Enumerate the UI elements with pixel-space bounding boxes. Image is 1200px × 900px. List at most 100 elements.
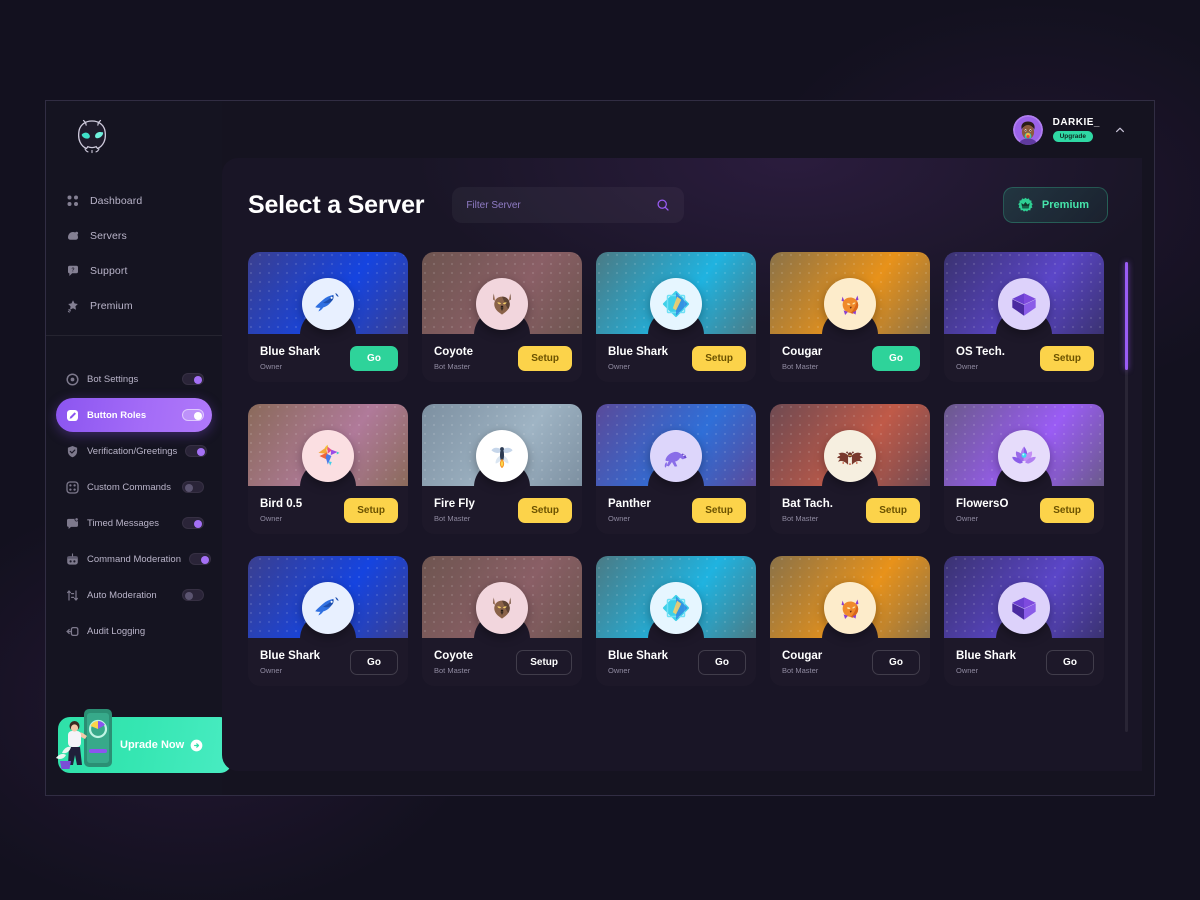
server-info: Blue Shark Owner [260, 649, 344, 674]
sidebar-item-bot-settings[interactable]: Bot Settings [56, 362, 212, 396]
server-card[interactable]: Blue Shark Owner Go [248, 252, 408, 382]
server-action-button[interactable]: Go [872, 649, 920, 675]
server-card-footer: Bat Tach. Bot Master Setup [770, 486, 930, 534]
sidebar-item-support[interactable]: ? Support [46, 253, 222, 288]
server-action-button[interactable]: Setup [516, 649, 572, 675]
sidebar-item-button-roles[interactable]: Button Roles [56, 398, 212, 432]
search-bar[interactable] [452, 187, 685, 223]
sidebar-item-timed-messages[interactable]: Timed Messages [56, 506, 212, 540]
toggle-switch[interactable] [182, 373, 204, 385]
server-card[interactable]: Coyote Bot Master Setup [422, 252, 582, 382]
server-action-button[interactable]: Setup [692, 345, 746, 371]
server-card-footer: Coyote Bot Master Setup [422, 334, 582, 382]
sidebar-item-audit-logging[interactable]: Audit Logging [56, 614, 212, 648]
sidebar-item-label: Support [90, 264, 128, 277]
premium-button[interactable]: Premium [1002, 187, 1108, 223]
chevron-up-icon[interactable] [1114, 124, 1126, 136]
arrow-right-circle-icon [190, 739, 203, 751]
server-action-button[interactable]: Setup [518, 497, 572, 523]
server-role: Owner [260, 513, 283, 523]
app-logo[interactable] [46, 101, 222, 171]
server-avatar [824, 278, 876, 330]
top-bar: DARKIE_ Upgrade [222, 101, 1154, 158]
server-avatar [476, 278, 528, 330]
avatar[interactable] [1012, 114, 1043, 145]
sidebar-item-label: Button Roles [87, 409, 147, 421]
sidebar-item-label: Auto Moderation [87, 589, 157, 601]
server-info: Coyote Bot Master [434, 345, 512, 370]
upgrade-badge[interactable]: Upgrade [1052, 131, 1093, 142]
toggle-switch[interactable] [185, 445, 208, 457]
server-action-button[interactable]: Go [872, 345, 920, 371]
sidebar-item-label: Command Moderation [87, 553, 181, 565]
scrollbar-thumb[interactable] [1125, 262, 1128, 370]
server-card[interactable]: Panther Owner Setup [596, 404, 756, 534]
primary-nav: Dashboard Servers ? Support Premium [46, 171, 222, 350]
server-action-button[interactable]: Setup [518, 345, 572, 371]
upgrade-banner[interactable]: Uprade Now [56, 709, 232, 773]
server-action-button[interactable]: Setup [344, 497, 398, 523]
server-card-footer: FlowersO Owner Setup [944, 486, 1104, 534]
cougar-icon [841, 599, 859, 620]
search-input[interactable] [466, 199, 657, 211]
server-card[interactable]: Blue Shark Owner Go [944, 556, 1104, 686]
search-icon[interactable] [656, 198, 670, 212]
server-card[interactable]: Fire Fly Bot Master Setup [422, 404, 582, 534]
content-panel: Select a Server Premium [222, 158, 1142, 771]
sidebar-item-label: Premium [90, 299, 133, 312]
server-card[interactable]: Blue Shark Owner Setup [596, 252, 756, 382]
triangle-icon [1012, 597, 1036, 620]
shark-icon [315, 596, 339, 616]
toggle-switch[interactable] [182, 481, 204, 493]
sidebar-item-custom-commands[interactable]: Custom Commands [56, 470, 212, 504]
sidebar-item-premium[interactable]: Premium [46, 288, 222, 323]
sidebar-item-dashboard[interactable]: Dashboard [46, 183, 222, 218]
server-action-button[interactable]: Go [350, 345, 398, 371]
toggle-switch[interactable] [182, 517, 204, 529]
server-card[interactable]: OS Tech. Owner Setup [944, 252, 1104, 382]
server-action-button[interactable]: Go [698, 649, 746, 675]
server-action-button[interactable]: Setup [1040, 497, 1094, 523]
server-name: Coyote [434, 650, 473, 663]
server-avatar [650, 278, 702, 330]
server-card[interactable]: Coyote Bot Master Setup [422, 556, 582, 686]
server-action-button[interactable]: Setup [692, 497, 746, 523]
coyote-icon [493, 293, 511, 315]
server-name: FlowersO [956, 498, 1009, 511]
triangle-icon [1012, 293, 1036, 316]
sidebar-item-verification-greetings[interactable]: Verification/Greetings [56, 434, 212, 468]
server-action-button[interactable]: Go [1046, 649, 1094, 675]
sidebar-item-servers[interactable]: Servers [46, 218, 222, 253]
server-role: Bot Master [434, 513, 471, 523]
server-card[interactable]: Bat Tach. Bot Master Setup [770, 404, 930, 534]
scrollbar-track[interactable] [1125, 262, 1128, 732]
server-name: Cougar [782, 346, 823, 359]
server-action-button[interactable]: Setup [1040, 345, 1094, 371]
server-info: Fire Fly Bot Master [434, 497, 512, 522]
server-info: Coyote Bot Master [434, 649, 510, 674]
server-action-button[interactable]: Setup [866, 497, 920, 523]
server-card[interactable]: Cougar Bot Master Go [770, 556, 930, 686]
server-info: Blue Shark Owner [260, 345, 344, 370]
server-card-footer: Blue Shark Owner Go [596, 638, 756, 686]
sidebar-item-auto-moderation[interactable]: Auto Moderation [56, 578, 212, 612]
toggle-switch[interactable] [182, 589, 204, 601]
svg-text:?: ? [71, 267, 74, 273]
server-card[interactable]: FlowersO Owner Setup [944, 404, 1104, 534]
server-card-footer: Bird 0.5 Owner Setup [248, 486, 408, 534]
sidebar-item-command-moderation[interactable]: Command Moderation [56, 542, 212, 576]
server-card[interactable]: Bird 0.5 Owner Setup [248, 404, 408, 534]
server-action-button[interactable]: Go [350, 649, 398, 675]
server-card[interactable]: Blue Shark Owner Go [596, 556, 756, 686]
server-card[interactable]: Blue Shark Owner Go [248, 556, 408, 686]
server-name: Blue Shark [260, 650, 321, 663]
server-card-footer: Blue Shark Owner Go [248, 638, 408, 686]
toggle-switch[interactable] [182, 409, 204, 421]
server-name: Blue Shark [260, 346, 321, 359]
diamond-icon [662, 594, 690, 622]
server-info: Blue Shark Owner [608, 345, 686, 370]
toggle-switch[interactable] [189, 553, 211, 565]
server-card[interactable]: Cougar Bot Master Go [770, 252, 930, 382]
server-role: Owner [260, 665, 283, 675]
user-name: DARKIE_ [1052, 117, 1100, 128]
